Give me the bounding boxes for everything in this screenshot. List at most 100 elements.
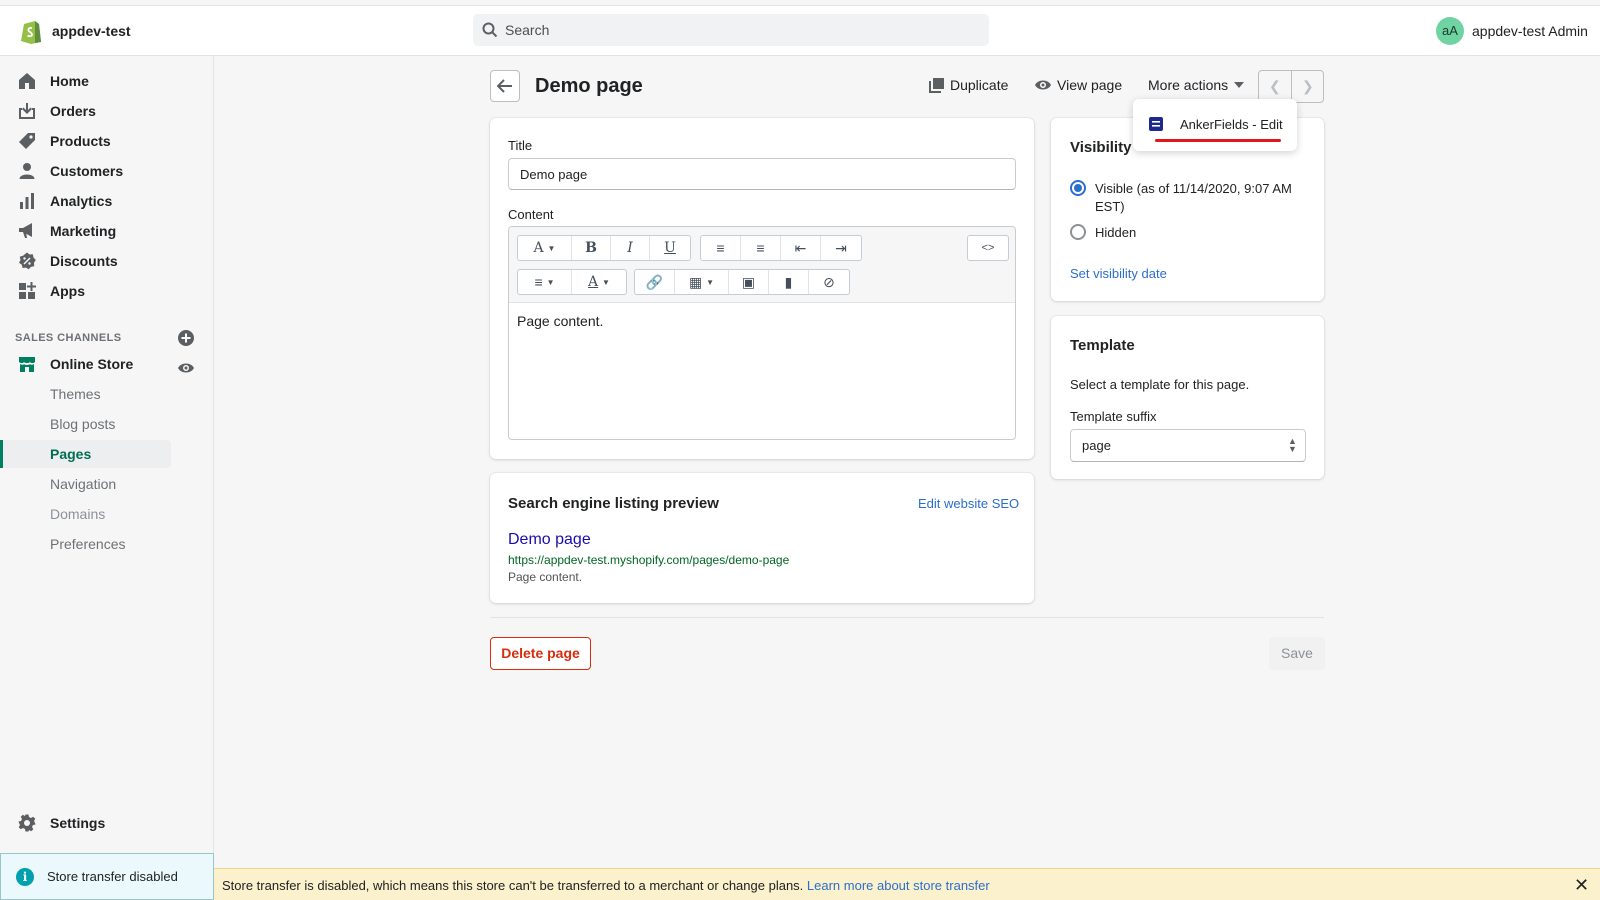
sidebar-item-products[interactable]: Products — [0, 126, 214, 156]
sidebar-item-discounts[interactable]: Discounts — [0, 246, 214, 276]
font-style-button[interactable]: A ▼ — [518, 236, 572, 260]
add-circle-icon[interactable] — [178, 330, 194, 346]
sidebar-item-orders[interactable]: Orders — [0, 96, 214, 126]
template-suffix-select[interactable]: page ▲ ▼ — [1070, 429, 1306, 462]
align-button[interactable]: ≡ ▼ — [518, 270, 572, 294]
indent-icon[interactable]: ⇥ — [821, 236, 861, 260]
link-icon[interactable]: 🔗 — [635, 270, 675, 294]
numbered-list-icon[interactable]: ≡ — [741, 236, 781, 260]
title-value: Demo page — [520, 167, 588, 182]
home-icon — [19, 73, 35, 89]
discount-icon — [19, 252, 36, 270]
next-page-icon[interactable]: ❯ — [1302, 78, 1314, 95]
apps-icon — [19, 282, 36, 299]
duplicate-icon — [929, 77, 944, 93]
underline-button[interactable]: U — [650, 236, 690, 260]
sidebar-item-label: Apps — [50, 283, 85, 299]
sidebar-subitem-blog-posts[interactable]: Blog posts — [0, 410, 171, 438]
sidebar-subitem-label: Navigation — [50, 476, 117, 492]
seo-preview-url: https://appdev-test.myshopify.com/pages/… — [508, 553, 790, 567]
outdent-icon[interactable]: ⇤ — [781, 236, 821, 260]
toolbar-group-lists: ≡ ≡ ⇤ ⇥ — [700, 235, 862, 261]
video-icon[interactable]: ▮ — [769, 270, 809, 294]
clear-formatting-icon[interactable]: ⊘ — [809, 270, 849, 294]
sidebar-item-apps[interactable]: Apps — [0, 276, 214, 306]
visible-radio-label: Visible (as of 11/14/2020, 9:07 AM — [1095, 181, 1292, 196]
table-icon[interactable]: ▦ ▼ — [675, 270, 729, 294]
store-transfer-status[interactable]: i Store transfer disabled — [0, 853, 214, 900]
sidebar-item-settings[interactable]: Settings — [0, 808, 214, 838]
sidebar-item-marketing[interactable]: Marketing — [0, 216, 214, 246]
toolbar-group-format: A ▼ B I U — [517, 235, 691, 261]
sales-channels-title: SALES CHANNELS — [15, 332, 122, 344]
store-transfer-banner: Store transfer is disabled, which means … — [214, 868, 1600, 900]
eye-icon[interactable] — [178, 361, 194, 375]
sidebar-subitem-themes[interactable]: Themes — [0, 380, 171, 408]
more-actions-button[interactable]: More actions — [1148, 77, 1245, 93]
ankerfields-app-icon — [1149, 117, 1163, 131]
sidebar-item-analytics[interactable]: Analytics — [0, 186, 214, 216]
previous-page-icon[interactable]: ❮ — [1269, 78, 1281, 95]
ankerfields-edit-menu-item[interactable]: AnkerFields - Edit — [1180, 117, 1283, 132]
editor-body[interactable]: Page content. — [517, 313, 603, 329]
gear-icon — [18, 814, 36, 832]
sidebar-item-label: Discounts — [50, 253, 118, 269]
sidebar-subitem-label: Pages — [50, 446, 92, 462]
set-visibility-date-link[interactable]: Set visibility date — [1070, 266, 1167, 281]
caret-down-icon — [1234, 82, 1245, 88]
sidebar-item-home[interactable]: Home — [0, 66, 214, 96]
pagination-divider — [1291, 71, 1292, 102]
seo-preview-description: Page content. — [508, 570, 583, 584]
search-bar[interactable] — [473, 14, 989, 46]
sidebar-item-label: Products — [50, 133, 111, 149]
search-input[interactable] — [505, 14, 975, 46]
duplicate-label: Duplicate — [950, 77, 1009, 93]
search-icon — [482, 22, 498, 38]
sidebar-item-label: Customers — [50, 163, 124, 179]
hidden-radio[interactable] — [1070, 224, 1086, 240]
duplicate-button[interactable]: Duplicate — [929, 77, 1008, 93]
save-button[interactable]: Save — [1269, 637, 1325, 670]
title-input[interactable]: Demo page — [508, 158, 1016, 190]
content-label: Content — [508, 207, 554, 222]
sidebar-item-label: Home — [50, 73, 89, 89]
image-icon[interactable]: ▣ — [729, 270, 769, 294]
sidebar-subitem-preferences[interactable]: Preferences — [0, 530, 171, 558]
more-actions-menu: AnkerFields - Edit — [1133, 99, 1297, 151]
bold-button[interactable]: B — [572, 236, 611, 260]
back-button[interactable] — [490, 70, 520, 102]
visible-radio[interactable] — [1070, 180, 1086, 196]
bullet-list-icon[interactable]: ≡ — [701, 236, 741, 260]
html-code-icon[interactable]: <> — [968, 236, 1008, 260]
hidden-radio-label: Hidden — [1095, 225, 1137, 240]
view-page-button[interactable]: View page — [1035, 77, 1122, 93]
info-icon: i — [16, 868, 34, 886]
seo-preview-title: Demo page — [508, 531, 591, 548]
user-name[interactable]: appdev-test Admin — [1472, 23, 1588, 39]
sidebar-subitem-label: Domains — [50, 506, 106, 522]
editor-toolbar: A ▼ B I U ≡ ≡ ⇤ ⇥ <> ≡ ▼ A ▼ 🔗 ▦ ▼ ▣ ▮ ⊘ — [509, 227, 1015, 303]
delete-page-button[interactable]: Delete page — [490, 637, 591, 670]
shopify-logo-icon[interactable] — [20, 18, 42, 44]
sidebar-subitem-label: Themes — [50, 386, 101, 402]
sidebar-subitem-domains[interactable]: Domains — [0, 500, 171, 528]
sidebar: Home Orders Products Customers Analytics… — [0, 56, 214, 900]
sidebar-subitem-pages[interactable]: Pages — [0, 440, 171, 468]
visible-radio-label-cont: EST) — [1095, 199, 1125, 214]
sidebar-subitem-navigation[interactable]: Navigation — [0, 470, 171, 498]
edit-website-seo-link[interactable]: Edit website SEO — [918, 496, 1019, 511]
close-icon[interactable]: ✕ — [1574, 875, 1589, 896]
store-transfer-link[interactable]: Learn more about store transfer — [807, 878, 990, 893]
store-name[interactable]: appdev-test — [52, 23, 131, 39]
banner-text: Store transfer is disabled, which means … — [222, 878, 804, 893]
avatar[interactable]: aA — [1436, 17, 1464, 45]
rich-text-editor: A ▼ B I U ≡ ≡ ⇤ ⇥ <> ≡ ▼ A ▼ 🔗 ▦ ▼ ▣ ▮ ⊘… — [508, 226, 1016, 440]
eye-icon — [1035, 80, 1051, 90]
template-description: Select a template for this page. — [1070, 377, 1250, 392]
text-color-button[interactable]: A ▼ — [572, 270, 626, 294]
sidebar-item-customers[interactable]: Customers — [0, 156, 214, 186]
select-arrows-icon: ▲ ▼ — [1288, 436, 1297, 454]
italic-button[interactable]: I — [611, 236, 650, 260]
toolbar-group-html: <> — [967, 235, 1009, 261]
sidebar-subitem-label: Blog posts — [50, 416, 116, 432]
